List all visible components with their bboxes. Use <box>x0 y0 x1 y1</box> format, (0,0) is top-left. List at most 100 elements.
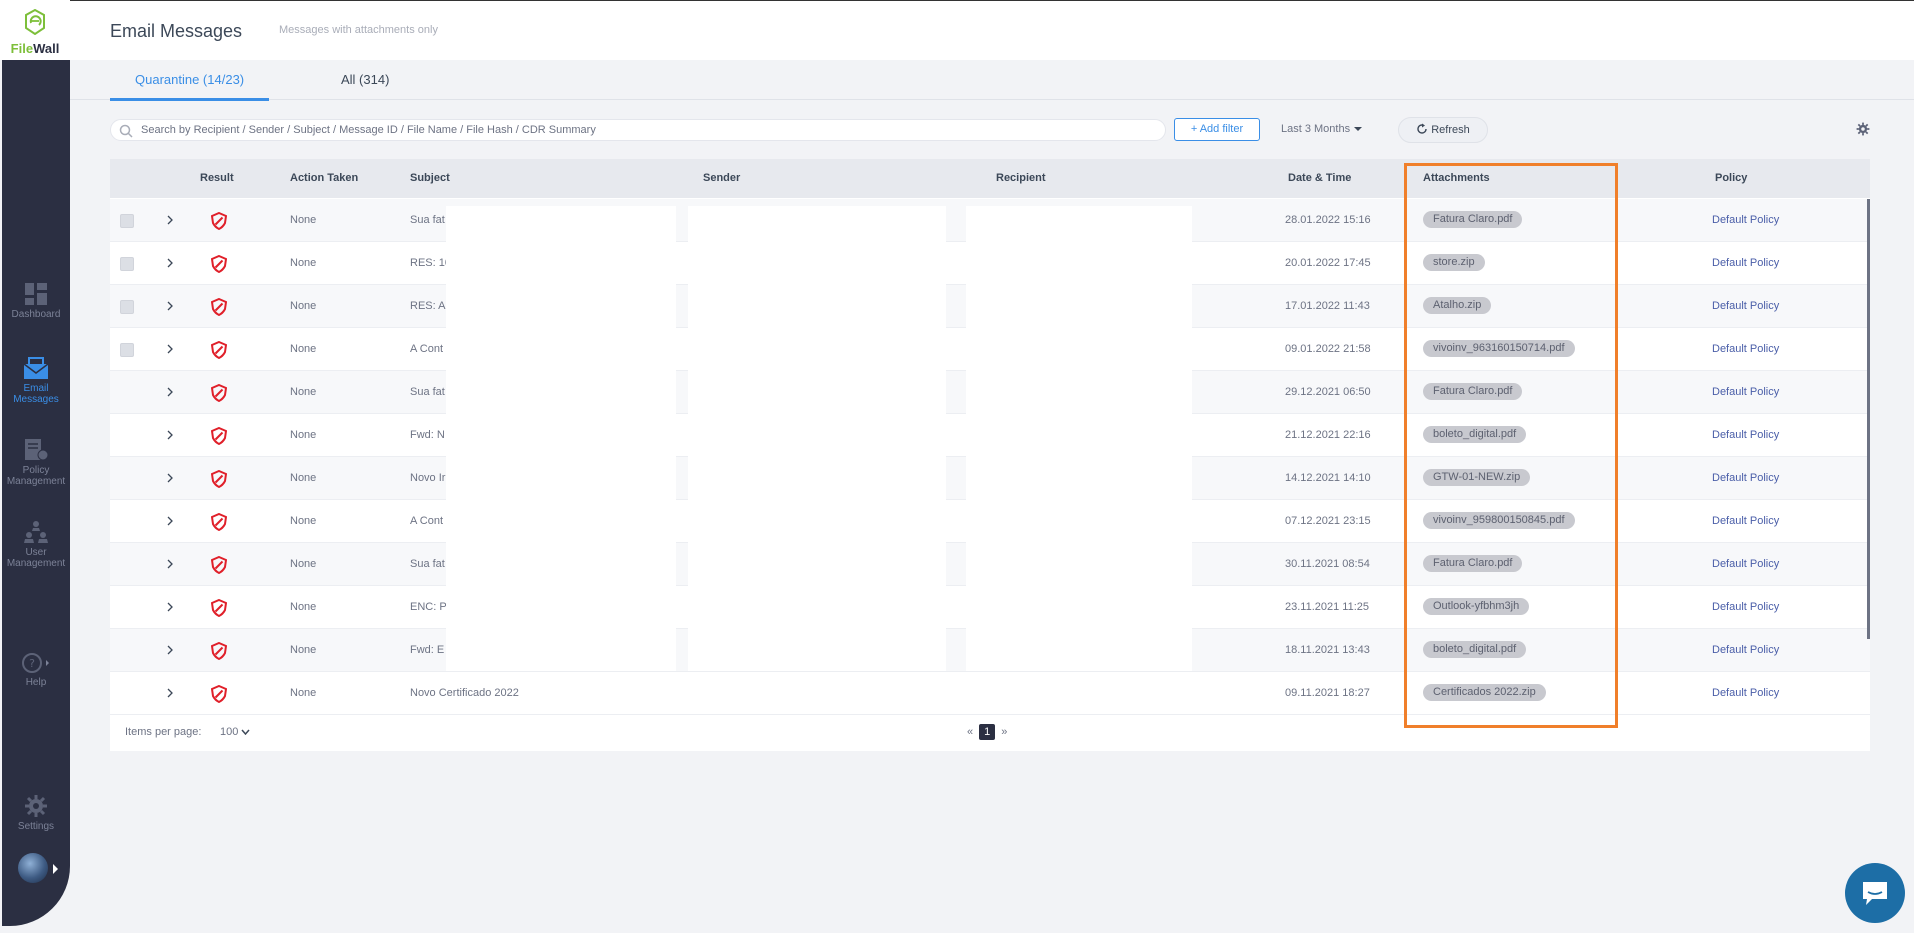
policy-link[interactable]: Default Policy <box>1712 644 1779 656</box>
expand-chevron-icon[interactable] <box>166 688 174 698</box>
attachment-chip[interactable]: Certificados 2022.zip <box>1423 684 1546 701</box>
expand-chevron-icon[interactable] <box>166 344 174 354</box>
attachment-chip[interactable]: vivoinv_963160150714.pdf <box>1423 340 1575 357</box>
sidebar-item-email-messages[interactable]: Email Messages <box>2 356 70 405</box>
table-scrollbar[interactable] <box>1867 199 1870 639</box>
sidebar-item-dashboard[interactable]: Dashboard <box>2 282 70 320</box>
attachment-chip[interactable]: Outlook-yfbhm3jh <box>1423 598 1530 615</box>
attachment-chip[interactable]: GTW-01-NEW.zip <box>1423 469 1531 486</box>
subject-cell[interactable]: A Cont <box>410 515 443 527</box>
chat-button[interactable] <box>1845 863 1905 923</box>
expand-chevron-icon[interactable] <box>166 430 174 440</box>
add-filter-button[interactable]: + Add filter <box>1174 118 1260 141</box>
tab-bar: Quarantine (14/23) All (314) <box>70 60 1914 101</box>
column-header-policy[interactable]: Policy <box>1715 172 1747 184</box>
subject-cell[interactable]: Sua fat <box>410 214 445 226</box>
table-row[interactable]: None Novo Certificado 2022 09.11.2021 18:2… <box>110 672 1870 715</box>
policy-link[interactable]: Default Policy <box>1712 558 1779 570</box>
search-input[interactable] <box>141 122 1151 138</box>
gear-icon <box>25 795 47 817</box>
expand-chevron-icon[interactable] <box>166 645 174 655</box>
policy-link[interactable]: Default Policy <box>1712 472 1779 484</box>
subject-cell[interactable]: RES: 10 <box>410 257 451 269</box>
redacted-subject-area <box>446 206 676 671</box>
row-checkbox[interactable] <box>120 343 134 357</box>
expand-chevron-icon[interactable] <box>166 301 174 311</box>
subject-cell[interactable]: ENC: P <box>410 601 447 613</box>
table-settings-gear-icon[interactable] <box>1856 122 1870 136</box>
subject-cell[interactable]: Sua fat <box>410 558 445 570</box>
policy-icon <box>25 439 49 461</box>
expand-chevron-icon[interactable] <box>166 387 174 397</box>
subject-cell[interactable]: Fwd: E <box>410 644 444 656</box>
sidebar: FileWall Dashboard Email Messages Policy… <box>0 0 70 933</box>
subject-cell[interactable]: RES: A <box>410 300 445 312</box>
subject-cell[interactable]: Sua fat <box>410 386 445 398</box>
subject-cell[interactable]: Novo Certificado 2022 <box>410 687 519 699</box>
expand-chevron-icon[interactable] <box>166 473 174 483</box>
refresh-button[interactable]: Refresh <box>1398 117 1488 143</box>
items-per-page-select[interactable]: 100 <box>220 726 250 738</box>
datetime-cell: 17.01.2022 11:43 <box>1285 300 1370 312</box>
avatar[interactable] <box>18 853 48 883</box>
column-header-attachments[interactable]: Attachments <box>1423 172 1490 184</box>
prev-page-button[interactable]: « <box>967 726 973 738</box>
row-checkbox[interactable] <box>120 257 134 271</box>
policy-link[interactable]: Default Policy <box>1712 343 1779 355</box>
help-icon: ? <box>22 653 49 673</box>
subject-cell[interactable]: A Cont <box>410 343 443 355</box>
chevron-down-icon <box>241 729 250 736</box>
attachment-chip[interactable]: boleto_digital.pdf <box>1423 641 1527 658</box>
policy-link[interactable]: Default Policy <box>1712 257 1779 269</box>
sidebar-item-settings[interactable]: Settings <box>2 794 70 832</box>
attachment-chip[interactable]: vivoinv_959800150845.pdf <box>1423 512 1575 529</box>
table-footer: Items per page: 100 « 1 » <box>110 715 1870 751</box>
tab-all[interactable]: All (314) <box>341 72 389 98</box>
sidebar-item-policy-management[interactable]: Policy Management <box>2 438 70 487</box>
policy-link[interactable]: Default Policy <box>1712 429 1779 441</box>
policy-link[interactable]: Default Policy <box>1712 687 1779 699</box>
next-page-button[interactable]: » <box>1001 726 1007 738</box>
column-header-recipient[interactable]: Recipient <box>996 172 1046 184</box>
row-checkbox[interactable] <box>120 214 134 228</box>
avatar-caret-icon[interactable] <box>53 864 58 874</box>
datetime-cell: 09.11.2021 18:27 <box>1285 687 1370 699</box>
expand-chevron-icon[interactable] <box>166 602 174 612</box>
sidebar-item-help[interactable]: ? Help <box>2 652 70 688</box>
policy-link[interactable]: Default Policy <box>1712 300 1779 312</box>
column-header-sender[interactable]: Sender <box>703 172 740 184</box>
subject-cell[interactable]: Novo Ir <box>410 472 445 484</box>
attachment-chip[interactable]: store.zip <box>1423 254 1485 271</box>
datetime-cell: 18.11.2021 13:43 <box>1285 644 1370 656</box>
column-header-result[interactable]: Result <box>200 172 234 184</box>
tab-quarantine[interactable]: Quarantine (14/23) <box>110 72 270 101</box>
search-bar[interactable] <box>110 119 1166 141</box>
attachment-chip[interactable]: Fatura Claro.pdf <box>1423 383 1523 400</box>
sidebar-item-user-management[interactable]: User Management <box>2 520 70 569</box>
datetime-cell: 14.12.2021 14:10 <box>1285 472 1371 484</box>
subject-cell[interactable]: Fwd: N <box>410 429 445 441</box>
policy-link[interactable]: Default Policy <box>1712 214 1779 226</box>
expand-chevron-icon[interactable] <box>166 215 174 225</box>
quarantine-shield-icon <box>211 427 227 445</box>
sidebar-item-label: Policy Management <box>6 465 66 487</box>
datetime-cell: 21.12.2021 22:16 <box>1285 429 1371 441</box>
attachment-chip[interactable]: Atalho.zip <box>1423 297 1492 314</box>
expand-chevron-icon[interactable] <box>166 559 174 569</box>
column-header-date-time[interactable]: Date & Time <box>1288 172 1351 184</box>
policy-link[interactable]: Default Policy <box>1712 515 1779 527</box>
attachment-chip[interactable]: Fatura Claro.pdf <box>1423 555 1523 572</box>
current-page-button[interactable]: 1 <box>979 724 996 740</box>
policy-link[interactable]: Default Policy <box>1712 601 1779 613</box>
column-header-subject[interactable]: Subject <box>410 172 450 184</box>
policy-link[interactable]: Default Policy <box>1712 386 1779 398</box>
attachment-chip[interactable]: Fatura Claro.pdf <box>1423 211 1523 228</box>
expand-chevron-icon[interactable] <box>166 516 174 526</box>
expand-chevron-icon[interactable] <box>166 258 174 268</box>
quarantine-shield-icon <box>211 384 227 402</box>
date-range-dropdown[interactable]: Last 3 Months <box>1281 123 1363 135</box>
quarantine-shield-icon <box>211 298 227 316</box>
column-header-action-taken[interactable]: Action Taken <box>290 172 358 184</box>
row-checkbox[interactable] <box>120 300 134 314</box>
attachment-chip[interactable]: boleto_digital.pdf <box>1423 426 1527 443</box>
